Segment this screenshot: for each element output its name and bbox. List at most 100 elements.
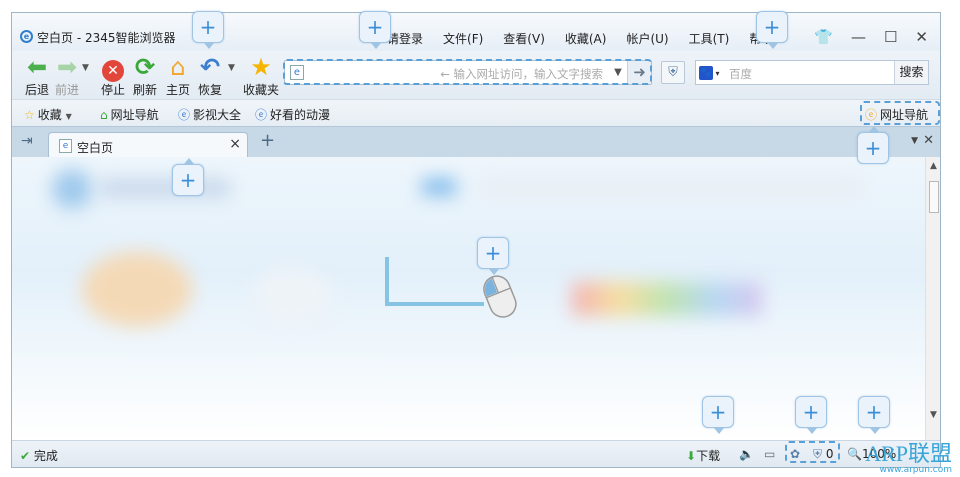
stop-button[interactable]: ✕ 停止 xyxy=(96,53,130,98)
blurred-nav xyxy=(482,181,862,193)
callout-search[interactable]: + xyxy=(756,11,788,49)
forward-button[interactable]: ➡ 前进 xyxy=(50,53,84,98)
download-arrow-icon: ⬇ xyxy=(686,449,697,463)
fav-item-anime-label: 好看的动漫 xyxy=(270,108,331,122)
callout-mouse-gesture[interactable]: + xyxy=(477,237,509,275)
arrow-right-icon: ➡ xyxy=(56,53,78,81)
zoom-icon: 🔍 xyxy=(847,447,862,461)
mouse-icon xyxy=(483,275,517,318)
page-e-icon: ⓔ xyxy=(178,108,191,122)
callout-tab[interactable]: + xyxy=(172,158,204,196)
blurred-illustration xyxy=(82,252,192,327)
menu-view[interactable]: 查看(V) xyxy=(493,30,555,47)
restore-button[interactable]: ↶ 恢复 xyxy=(193,53,227,98)
menu-bar: 请登录 文件(F) 查看(V) 收藏(A) 帐户(U) 工具(T) 帮助 xyxy=(377,30,783,47)
download-label: 下载 xyxy=(696,449,721,463)
scroll-thumb[interactable] xyxy=(929,181,939,213)
menu-account[interactable]: 帐户(U) xyxy=(616,30,678,47)
blurred-logo xyxy=(52,169,92,209)
security-shield-icon[interactable]: ⛨ xyxy=(661,61,685,84)
close-all-tabs-icon[interactable]: ✕ xyxy=(923,133,934,148)
fav-item-nav[interactable]: ⌂ 网址导航 xyxy=(100,106,159,123)
status-done: ✔ 完成 xyxy=(20,447,58,464)
callout-address[interactable]: + xyxy=(359,11,391,49)
refresh-button[interactable]: ⟳ 刷新 xyxy=(128,53,162,98)
restore-label: 恢复 xyxy=(197,83,222,97)
minimize-button[interactable]: — xyxy=(851,28,866,46)
forward-label: 前进 xyxy=(54,83,79,97)
search-engine-selector[interactable]: 🐾 ▾ xyxy=(699,64,723,81)
callout-zoom[interactable]: + xyxy=(858,396,890,434)
page-icon: e xyxy=(59,139,72,153)
search-button[interactable]: 搜索 xyxy=(894,61,928,84)
refresh-icon: ⟳ xyxy=(134,53,156,81)
blurred-cloud xyxy=(252,267,332,327)
check-icon: ✔ xyxy=(20,449,31,463)
tab-list-icon[interactable]: ▼ xyxy=(911,136,918,146)
refresh-label: 刷新 xyxy=(132,83,157,97)
baidu-paw-icon: 🐾 xyxy=(699,66,713,80)
search-box[interactable]: 🐾 ▾ 百度 搜索 xyxy=(695,60,929,85)
arrow-left-icon: ⬅ xyxy=(26,53,48,81)
title-bar: e 空白页 - 2345智能浏览器 请登录 文件(F) 查看(V) 收藏(A) … xyxy=(12,13,940,51)
home-label: 主页 xyxy=(165,83,190,97)
close-button[interactable]: ✕ xyxy=(915,28,928,46)
stop-icon: ✕ xyxy=(96,53,130,82)
page-e-icon: ⓔ xyxy=(255,108,268,122)
tab-blank[interactable]: e 空白页 × xyxy=(48,132,248,158)
fav-item-movies[interactable]: ⓔ 影视大全 xyxy=(178,106,241,123)
vertical-scrollbar[interactable]: ▲ ▼ xyxy=(925,157,940,440)
menu-tools[interactable]: 工具(T) xyxy=(679,30,740,47)
back-button[interactable]: ⬅ 后退 xyxy=(20,53,54,98)
new-tab-button[interactable]: + xyxy=(260,130,275,151)
scroll-down-icon[interactable]: ▼ xyxy=(930,410,937,420)
maximize-button[interactable]: ☐ xyxy=(884,28,897,46)
tab-bar: ⇥ e 空白页 × + ▼ ✕ xyxy=(12,126,940,158)
nav-button-highlight xyxy=(860,101,940,125)
callout-status-icons[interactable]: + xyxy=(795,396,827,434)
callout-restore[interactable]: + xyxy=(192,11,224,49)
watermark-title: ARP联盟 xyxy=(865,441,952,466)
window-title: 空白页 - 2345智能浏览器 xyxy=(37,31,176,45)
fav-item-nav-label: 网址导航 xyxy=(110,108,159,122)
blurred-banner xyxy=(572,282,762,316)
favorites-bar: ☆ 收藏 ▼ ⌂ 网址导航 ⓔ 影视大全 ⓔ 好看的动漫 ⓔ 网址导航 xyxy=(12,99,940,126)
window-controls: 👕 — ☐ ✕ xyxy=(814,28,928,46)
status-icons-highlight xyxy=(785,441,840,463)
menu-file[interactable]: 文件(F) xyxy=(433,30,493,47)
restore-dropdown-icon[interactable]: ▼ xyxy=(228,63,235,73)
fav-item-movies-label: 影视大全 xyxy=(193,108,242,122)
star-icon: ★ xyxy=(250,53,272,81)
scroll-up-icon[interactable]: ▲ xyxy=(930,161,937,171)
undo-icon: ↶ xyxy=(199,53,221,81)
fav-item-anime[interactable]: ⓔ 好看的动漫 xyxy=(255,106,330,123)
forward-dropdown-icon[interactable]: ▼ xyxy=(82,63,89,73)
search-placeholder: 百度 xyxy=(729,67,752,81)
blurred-logo-text xyxy=(100,179,230,197)
favorites-button[interactable]: ★ 收藏夹 xyxy=(240,53,282,98)
back-label: 后退 xyxy=(24,83,49,97)
status-text: 完成 xyxy=(33,449,58,463)
address-bar-highlight xyxy=(283,59,652,85)
tab-title: 空白页 xyxy=(77,141,114,155)
menu-favorites[interactable]: 收藏(A) xyxy=(555,30,617,47)
watermark-url: www.arpun.com xyxy=(879,465,952,475)
callout-nav[interactable]: + xyxy=(857,126,889,164)
drag-path xyxy=(385,257,484,306)
favorites-label: 收藏夹 xyxy=(242,83,279,97)
sidebar-toggle-icon[interactable]: ⇥ xyxy=(21,133,33,149)
home-icon: ⌂ xyxy=(170,53,186,81)
volume-icon[interactable]: 🔈 xyxy=(739,447,754,461)
star-add-icon: ☆ xyxy=(24,108,35,122)
window-icon[interactable]: ▭ xyxy=(764,447,775,461)
callout-download[interactable]: + xyxy=(702,396,734,434)
download-button[interactable]: ⬇下载 xyxy=(686,447,720,464)
collect-label: 收藏 xyxy=(37,108,62,122)
blurred-tab xyxy=(422,179,456,195)
collect-menu[interactable]: ☆ 收藏 ▼ xyxy=(24,106,72,123)
home-button[interactable]: ⌂ 主页 xyxy=(161,53,195,98)
nav-home-icon: ⌂ xyxy=(100,108,108,122)
skin-icon[interactable]: 👕 xyxy=(814,28,833,46)
browser-logo-icon: e xyxy=(20,30,33,43)
tab-close-icon[interactable]: × xyxy=(229,136,241,152)
